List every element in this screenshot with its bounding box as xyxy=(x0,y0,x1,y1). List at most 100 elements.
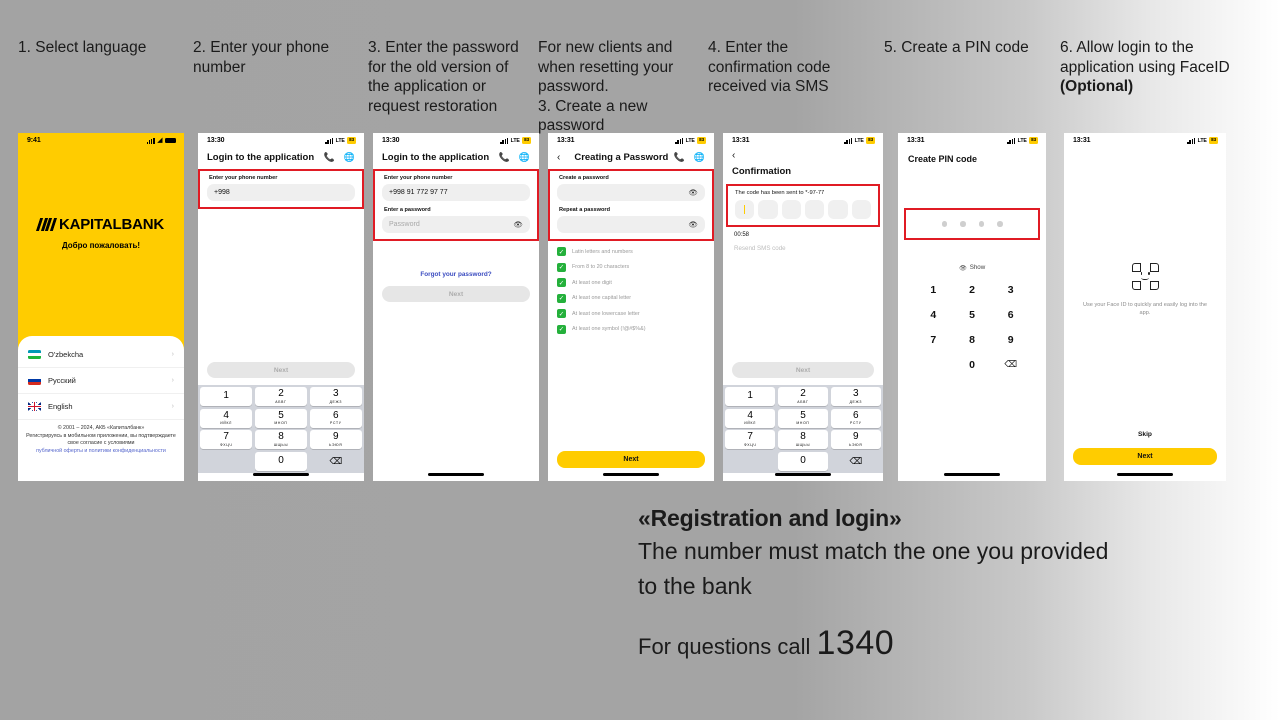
language-option-uzbek[interactable]: O'zbekcha › xyxy=(18,342,184,368)
resend-sms-button[interactable]: Resend SMS code xyxy=(734,245,883,252)
faceid-content: Use your Face ID to quickly and easily l… xyxy=(1064,148,1226,431)
next-button[interactable]: Next xyxy=(1073,448,1217,465)
pin-key-0[interactable]: 0 xyxy=(953,353,992,378)
phone-call-icon[interactable]: 📞 xyxy=(499,153,510,162)
pin-key-7[interactable]: 7 xyxy=(914,328,953,353)
pin-key-5[interactable]: 5 xyxy=(953,303,992,328)
pin-key-6[interactable]: 6 xyxy=(991,303,1030,328)
chevron-right-icon: › xyxy=(171,377,174,384)
key-5[interactable]: 5 МНОП xyxy=(777,408,829,428)
key-5[interactable]: 5 МНОП xyxy=(254,408,308,428)
code-cell-4[interactable] xyxy=(804,200,825,219)
code-cell-2[interactable] xyxy=(758,200,778,219)
forgot-password-link[interactable]: Forgot your password? xyxy=(373,271,539,278)
home-indicator xyxy=(428,473,484,476)
key-3[interactable]: 3 ДЕЖЗ xyxy=(309,387,362,406)
status-time: 13:30 xyxy=(382,137,400,144)
kapitalbank-logo: KAPITALBANK xyxy=(35,216,164,233)
show-pin-button[interactable]: 👁 Show xyxy=(898,264,1046,272)
status-time: 9:41 xyxy=(27,137,41,144)
key-8[interactable]: 8 ШЩЬЫ xyxy=(777,430,829,449)
offer-policy-link[interactable]: публичной оферты и политики конфиденциал… xyxy=(24,448,178,456)
key-2[interactable]: 2 АБВГ xyxy=(777,387,829,406)
phone-call-icon[interactable]: 📞 xyxy=(324,153,335,162)
code-cell-3[interactable] xyxy=(781,200,801,219)
key-backspace[interactable]: ⌫ xyxy=(310,452,362,471)
code-input-cells[interactable] xyxy=(735,200,871,219)
key-9[interactable]: 9 ЬЭЮЯ xyxy=(309,430,362,449)
key-8[interactable]: 8 ШЩЬЫ xyxy=(254,430,308,449)
next-button[interactable]: Next xyxy=(207,362,355,378)
globe-icon[interactable]: 🌐 xyxy=(694,153,705,162)
pin-key-3[interactable]: 3 xyxy=(991,278,1030,303)
consent-line: Регистрируясь в мобильном приложении, вы… xyxy=(26,432,176,447)
back-icon[interactable]: ‹ xyxy=(557,152,560,163)
phone-input[interactable]: +998 xyxy=(207,184,355,201)
app-bar: ‹ Creating a Password 📞 🌐 xyxy=(548,148,714,169)
key-0[interactable]: 0 xyxy=(777,451,829,471)
code-cell-5[interactable] xyxy=(828,200,848,219)
eye-icon[interactable]: 👁 xyxy=(688,220,698,229)
code-cell-6[interactable] xyxy=(851,200,871,219)
phone-screen-create-pin: 13:31 LTE 83 Create PIN code 👁 Show 1 2 … xyxy=(898,133,1046,481)
key-0[interactable]: 0 xyxy=(254,451,308,471)
language-option-english[interactable]: English › xyxy=(18,394,184,420)
signal-icon xyxy=(1187,137,1196,144)
logo-text: KAPITALBANK xyxy=(58,216,164,233)
caption-step-6-optional: (Optional) xyxy=(1060,78,1134,95)
language-sheet: O'zbekcha › Русский › English › © 2001 –… xyxy=(18,336,184,481)
pin-key-9[interactable]: 9 xyxy=(991,328,1030,353)
signal-icon xyxy=(146,137,155,144)
lte-label: LTE xyxy=(510,137,520,144)
next-button[interactable]: Next xyxy=(382,286,530,302)
key-9[interactable]: 9 ЬЭЮЯ xyxy=(830,430,881,449)
page-title: Confirmation xyxy=(732,166,792,177)
key-6[interactable]: 6 РСТУ xyxy=(830,408,881,428)
key-6[interactable]: 6 РСТУ xyxy=(309,408,362,428)
password-input[interactable]: Password 👁 xyxy=(382,216,530,233)
key-7[interactable]: 7 ФХЦЧ xyxy=(200,430,253,449)
code-cell-1[interactable] xyxy=(735,200,755,219)
eye-icon[interactable]: 👁 xyxy=(513,220,523,229)
footer-body-line1: The number must match the one you provid… xyxy=(638,538,1109,564)
language-option-russian[interactable]: Русский › xyxy=(18,368,184,394)
status-icons: ◢ xyxy=(146,137,176,144)
backspace-icon: ⌫ xyxy=(849,455,863,466)
pin-dot xyxy=(941,221,947,227)
legal-text: © 2001 – 2024, АКБ «Капиталбанк» Регистр… xyxy=(18,420,184,455)
faceid-description: Use your Face ID to quickly and easily l… xyxy=(1082,301,1208,316)
key-4[interactable]: 4 ИЙКЛ xyxy=(200,408,253,428)
key-3[interactable]: 3 ДЕЖЗ xyxy=(830,387,881,406)
caption-step-3: 3. Enter the password for the old versio… xyxy=(368,39,519,115)
pin-key-4[interactable]: 4 xyxy=(914,303,953,328)
check-icon: ✓ xyxy=(557,324,566,334)
language-label-english: English xyxy=(48,402,73,411)
key-4[interactable]: 4 ИЙКЛ xyxy=(725,408,776,428)
lte-label: LTE xyxy=(1197,137,1207,144)
eye-icon[interactable]: 👁 xyxy=(688,188,698,197)
skip-button[interactable]: Skip xyxy=(1064,431,1226,438)
create-password-input[interactable]: 👁 xyxy=(557,184,705,201)
signal-icon xyxy=(675,137,684,144)
key-backspace[interactable]: ⌫ xyxy=(831,452,881,471)
key-1[interactable]: 1 xyxy=(200,387,253,406)
repeat-password-input[interactable]: 👁 xyxy=(557,216,705,233)
phone-input[interactable]: +998 91 772 97 77 xyxy=(382,184,530,201)
globe-icon[interactable]: 🌐 xyxy=(344,153,355,162)
key-7[interactable]: 7 ФХЦЧ xyxy=(725,430,776,449)
pin-key-1[interactable]: 1 xyxy=(914,278,953,303)
globe-icon[interactable]: 🌐 xyxy=(519,153,530,162)
resend-timer: 00:58 xyxy=(734,232,750,238)
pin-key-backspace[interactable]: ⌫ xyxy=(991,353,1030,378)
next-button[interactable]: Next xyxy=(557,451,705,468)
chevron-right-icon: › xyxy=(171,403,174,410)
signal-icon xyxy=(1007,137,1016,144)
back-icon[interactable]: ‹ xyxy=(732,151,874,161)
phone-call-icon[interactable]: 📞 xyxy=(674,153,685,162)
battery-icon xyxy=(165,137,176,144)
pin-key-2[interactable]: 2 xyxy=(953,278,992,303)
key-1[interactable]: 1 xyxy=(725,387,776,406)
pin-key-8[interactable]: 8 xyxy=(953,328,992,353)
next-button[interactable]: Next xyxy=(732,362,874,378)
key-2[interactable]: 2 АБВГ xyxy=(254,387,308,406)
